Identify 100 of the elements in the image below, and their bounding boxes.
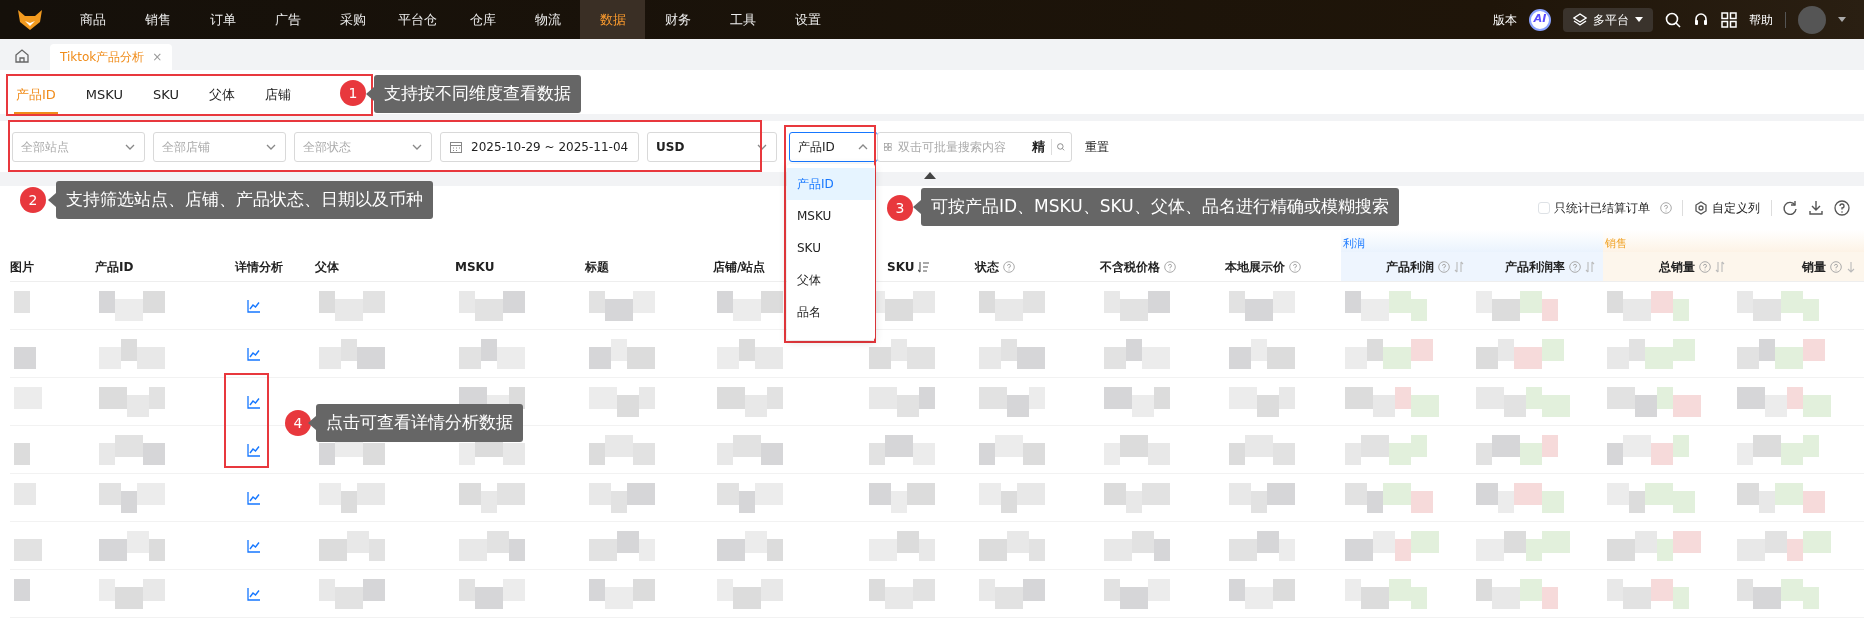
line-chart-icon[interactable] [247,394,261,409]
reset-button[interactable]: 重置 [1084,136,1110,157]
pixelated-content-drawing [99,290,165,321]
nav-menu-item[interactable]: 订单 [190,0,255,39]
download-icon[interactable] [1808,200,1824,216]
sort-icon[interactable] [918,260,931,273]
nav-menu-item[interactable]: 采购 [320,0,385,39]
nav-menu-item[interactable]: 财务 [645,0,710,39]
headset-icon[interactable] [1693,11,1709,28]
column-header[interactable]: SKU [887,257,915,276]
pixelated-content-drawing [979,482,1045,513]
pixelated-content-drawing [1104,434,1170,465]
column-header[interactable]: 总销量 [1659,257,1695,276]
pixelated-content-drawing [869,338,935,369]
dropdown-option[interactable]: SKU [787,232,875,264]
pixelated-content-drawing [459,338,525,369]
nav-menu-item[interactable]: 广告 [255,0,320,39]
pixelated-content-drawing [979,434,1045,465]
column-header[interactable]: 详情分析 [235,257,283,276]
line-chart-icon[interactable] [247,298,261,313]
dropdown-option[interactable]: MSKU [787,200,875,232]
checkbox[interactable] [1538,202,1550,214]
pixelated-content-drawing [1104,338,1170,369]
pixelated-content-drawing [1229,290,1295,321]
dropdown-option[interactable]: 产品ID [787,168,875,200]
pixelated-content-drawing [869,434,935,465]
dimension-tab[interactable]: 父体 [207,84,237,114]
nav-menu-item[interactable]: 工具 [710,0,775,39]
pixelated-content-drawing [99,434,165,465]
line-chart-icon[interactable] [247,586,261,601]
column-header[interactable]: MSKU [455,257,495,276]
pixelated-content-drawing [589,578,655,609]
exact-match-toggle[interactable]: 精 [1031,136,1045,157]
pixelated-content-drawing [1229,338,1295,369]
nav-menu-item[interactable]: 商品 [60,0,125,39]
dropdown-option[interactable]: 品名 [787,296,875,328]
column-header[interactable]: 图片 [10,257,34,276]
pixelated-content-drawing [869,578,935,609]
pixelated-content-drawing [589,482,655,513]
line-chart-icon[interactable] [247,346,261,361]
search-field[interactable]: 双击可批量搜索内容 精 [877,131,1072,162]
select-field[interactable]: USD [647,131,777,162]
pixelated-content-drawing [99,530,165,561]
help-link[interactable]: 帮助 [1749,10,1773,29]
pixelated-content-drawing [979,386,1045,417]
avatar[interactable] [1798,5,1826,34]
refresh-icon[interactable] [1782,200,1798,216]
version-link[interactable]: 版本 [1493,10,1517,29]
pixelated-content-drawing [459,578,525,609]
pixelated-content-drawing [459,530,525,561]
date-range-field[interactable]: 2025-10-29 ~ 2025-11-04 [440,131,639,162]
fox-logo[interactable] [17,8,43,31]
column-header[interactable]: 销量 [1802,257,1826,276]
pixelated-content-drawing [869,386,935,417]
popover-arrow-icon [924,172,936,179]
annotation-tooltip: 支持按不同维度查看数据 [374,75,581,113]
dimension-tab[interactable]: SKU [151,84,181,114]
pixelated-content-drawing [319,530,385,561]
nav-menu-item[interactable]: 设置 [775,0,840,39]
pixelated-content-drawing [1229,578,1295,609]
column-header[interactable]: 状态 [975,257,999,276]
dimension-tab[interactable]: 店铺 [263,84,293,114]
pixelated-content-drawing [319,578,385,609]
line-chart-icon[interactable] [247,538,261,553]
column-header[interactable]: 产品ID [95,257,134,276]
pixelated-content-drawing [1104,578,1170,609]
search-icon[interactable] [1665,11,1681,28]
help-icon [1660,202,1672,214]
nav-menu-item[interactable]: 销售 [125,0,190,39]
dimension-tab[interactable]: MSKU [83,84,126,114]
column-header[interactable]: 本地展示价 [1225,257,1285,276]
nav-menu-item[interactable]: 仓库 [450,0,515,39]
column-header[interactable]: 店铺/站点 [713,257,766,276]
nav-menu-item[interactable]: 数据 [580,0,645,39]
nav-menu-item[interactable]: 平台仓 [385,0,450,39]
home-icon[interactable] [14,48,30,64]
pixelated-content-drawing [99,338,165,369]
platform-dropdown[interactable]: 多平台 [1563,7,1653,32]
pixelated-content-drawing [717,290,783,321]
pixelated-content-drawing [589,434,655,465]
pixelated-content-drawing [979,338,1045,369]
dropdown-option[interactable]: 父体 [787,264,875,296]
caret-icon[interactable] [1838,16,1846,23]
column-group-header: 销售 [1603,230,1864,252]
line-chart-icon[interactable] [247,490,261,505]
help-icon[interactable] [1834,200,1850,216]
column-header[interactable]: 不含税价格 [1100,257,1160,276]
pixelated-content-drawing [717,386,783,417]
pixelated-content-drawing [869,530,935,561]
apps-icon[interactable] [1721,11,1737,28]
ai-button[interactable]: AI [1529,8,1551,31]
custom-columns-button[interactable]: 自定义列 [1693,198,1761,218]
search-type-select[interactable]: 产品ID [789,131,878,162]
column-header[interactable]: 父体 [315,257,339,276]
checkbox-label[interactable]: 只统计已结算订单 [1554,199,1650,217]
pixelated-content-drawing [589,290,655,321]
nav-menu-item[interactable]: 物流 [515,0,580,39]
pixelated-content-drawing [717,434,783,465]
column-header[interactable]: 标题 [585,257,609,276]
line-chart-icon[interactable] [247,442,261,457]
